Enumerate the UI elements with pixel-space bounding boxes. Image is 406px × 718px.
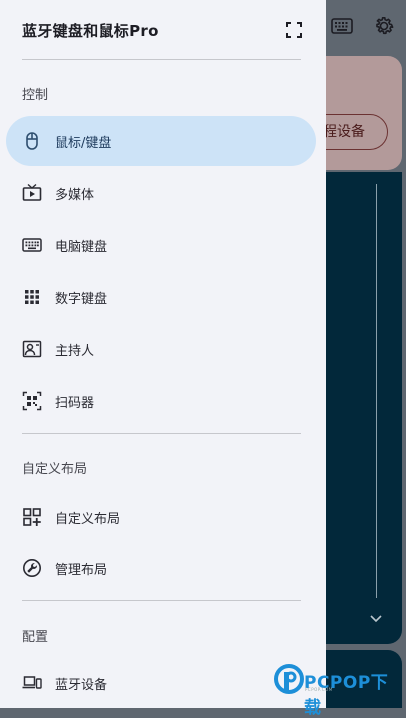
fullscreen-icon[interactable] — [284, 20, 304, 40]
mouse-icon — [26, 132, 38, 150]
nav-item-multimedia[interactable]: 多媒体 — [6, 168, 316, 218]
keyboard-icon — [22, 238, 42, 252]
nav-item-qr-scanner[interactable]: 扫码器 — [6, 376, 316, 426]
divider — [22, 433, 301, 434]
nav-item-custom-layout[interactable]: 自定义布局 — [6, 492, 316, 542]
numpad-grid-icon — [25, 290, 39, 304]
scroll-track[interactable] — [376, 184, 377, 598]
wrench-circle-icon — [23, 559, 41, 577]
tv-play-icon — [22, 183, 42, 201]
navigation-drawer: 蓝牙键盘和鼠标Pro 控制 鼠标/键盘 多媒体 电脑键盘 数字键盘 主持人 扫码… — [0, 0, 326, 708]
nav-item-label: 扫码器 — [55, 396, 95, 411]
nav-item-bluetooth-devices[interactable]: 蓝牙设备 — [6, 658, 316, 708]
qr-scanner-icon — [22, 391, 42, 411]
section-label-control: 控制 — [22, 88, 49, 103]
pcpop-logo-icon — [274, 664, 304, 694]
grid-add-icon — [23, 508, 41, 526]
nav-item-manage-layout[interactable]: 管理布局 — [6, 543, 316, 593]
nav-item-presenter[interactable]: 主持人 — [6, 324, 316, 374]
watermark: PCPOP下载 PCPOP.COM — [274, 664, 400, 718]
background-toolbar — [326, 0, 406, 52]
watermark-text: PCPOP下载 — [304, 673, 389, 718]
keyboard-icon[interactable] — [330, 14, 354, 38]
nav-item-numpad[interactable]: 数字键盘 — [6, 272, 316, 322]
drawer-header: 蓝牙键盘和鼠标Pro — [0, 0, 326, 60]
presenter-icon — [22, 340, 42, 358]
divider — [22, 600, 301, 601]
nav-item-pc-keyboard[interactable]: 电脑键盘 — [6, 220, 316, 270]
watermark-small-text: PCPOP.COM — [305, 687, 333, 692]
nav-item-label: 主持人 — [55, 344, 95, 359]
divider — [22, 59, 301, 60]
laptop-phone-icon — [22, 676, 42, 689]
nav-item-mouse-keyboard[interactable]: 鼠标/键盘 — [6, 116, 316, 166]
nav-item-label: 鼠标/键盘 — [55, 136, 112, 151]
nav-item-label: 管理布局 — [55, 563, 108, 578]
nav-item-label: 数字键盘 — [55, 292, 108, 307]
section-label-custom-layout: 自定义布局 — [22, 462, 88, 477]
nav-item-label: 自定义布局 — [55, 512, 121, 527]
gear-icon[interactable] — [372, 14, 396, 38]
chevron-down-icon[interactable] — [368, 610, 384, 626]
nav-item-label: 电脑键盘 — [55, 240, 108, 255]
app-title: 蓝牙键盘和鼠标Pro — [22, 22, 159, 40]
section-label-config: 配置 — [22, 630, 49, 645]
nav-item-label: 多媒体 — [55, 188, 95, 203]
nav-item-label: 蓝牙设备 — [55, 678, 108, 693]
